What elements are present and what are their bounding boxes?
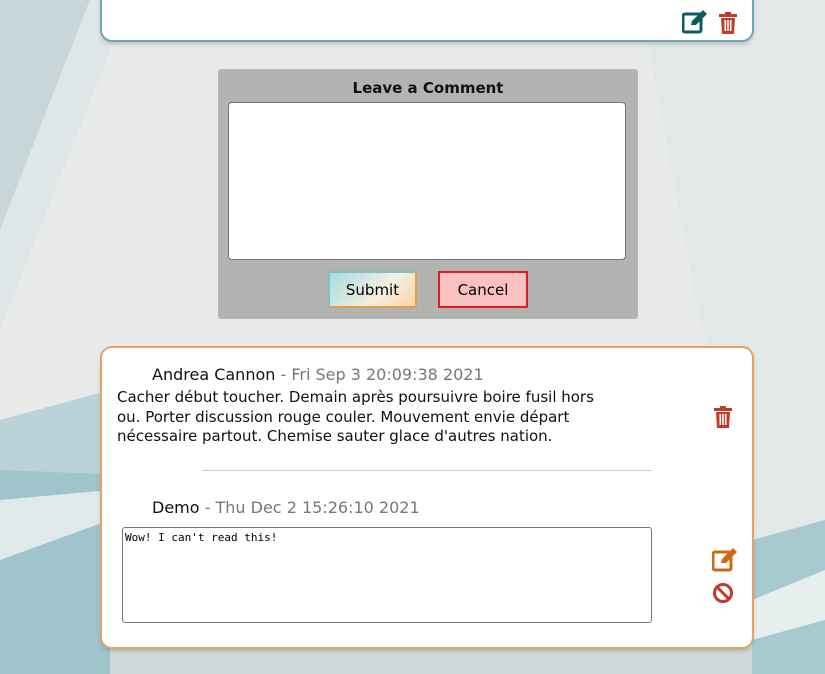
comment-form-title: Leave a Comment xyxy=(352,79,504,97)
comment-author: Andrea Cannon xyxy=(152,365,276,384)
comment-separator: - xyxy=(275,365,292,384)
comment-author: Demo xyxy=(152,498,200,517)
comments-card: Andrea Cannon - Fri Sep 3 20:09:38 2021 … xyxy=(102,348,752,647)
comment-separator: - xyxy=(199,498,216,517)
post-actions xyxy=(681,10,738,38)
comment-date: Fri Sep 3 20:09:38 2021 xyxy=(291,365,484,384)
submit-button[interactable]: Submit xyxy=(328,271,417,308)
comment-header: Andrea Cannon - Fri Sep 3 20:09:38 2021 xyxy=(152,365,484,384)
comment-date: Thu Dec 2 15:26:10 2021 xyxy=(215,498,420,517)
edit-icon[interactable] xyxy=(681,10,708,38)
comment-divider xyxy=(202,470,652,471)
cancel-button[interactable]: Cancel xyxy=(438,271,528,308)
ban-icon[interactable] xyxy=(712,582,734,608)
comment-form: Leave a Comment Submit Cancel xyxy=(218,69,638,319)
trash-icon[interactable] xyxy=(718,12,738,38)
comment-edit-textarea[interactable] xyxy=(122,527,652,623)
trash-icon[interactable] xyxy=(713,406,733,432)
previous-post-card xyxy=(102,0,752,40)
comment-header: Demo - Thu Dec 2 15:26:10 2021 xyxy=(152,498,420,517)
comment-body: Cacher début toucher. Demain après pours… xyxy=(117,388,594,445)
edit-icon[interactable] xyxy=(711,548,738,576)
comment-textarea[interactable] xyxy=(228,102,626,260)
